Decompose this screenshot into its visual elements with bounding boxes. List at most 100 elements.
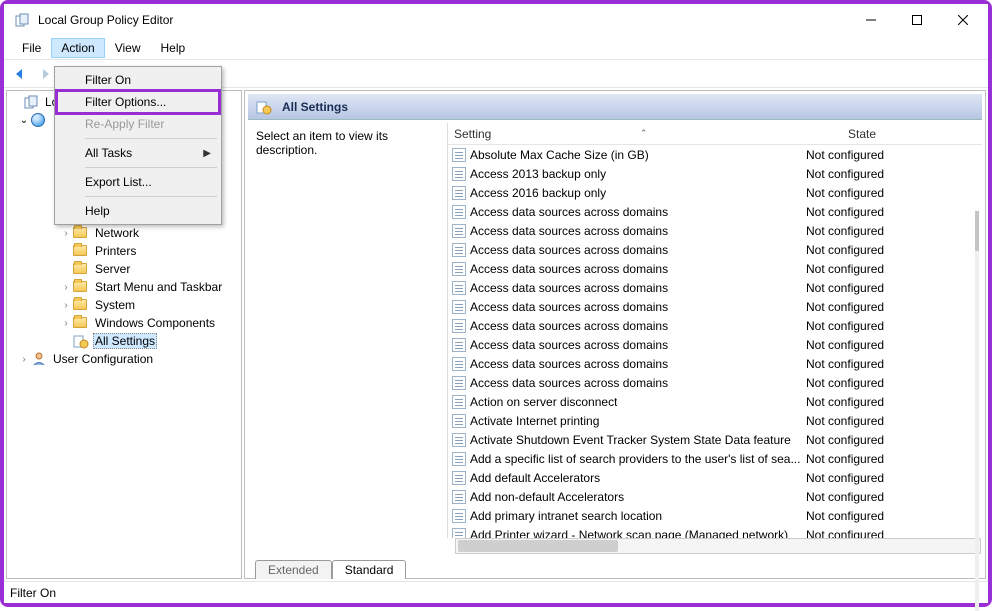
- folder-icon: [73, 281, 87, 292]
- menu-action[interactable]: Action: [51, 38, 104, 58]
- setting-row[interactable]: Absolute Max Cache Size (in GB)Not confi…: [448, 145, 982, 164]
- setting-row[interactable]: Add non-default AcceleratorsNot configur…: [448, 487, 982, 506]
- setting-row[interactable]: Access 2016 backup onlyNot configured: [448, 183, 982, 202]
- setting-row[interactable]: Access data sources across domainsNot co…: [448, 221, 982, 240]
- menu-help[interactable]: Help: [151, 38, 196, 58]
- setting-name: Activate Internet printing: [470, 414, 599, 428]
- close-button[interactable]: [940, 5, 986, 35]
- setting-row[interactable]: Add a specific list of search providers …: [448, 449, 982, 468]
- setting-row[interactable]: Access data sources across domains Not co…: [448, 335, 982, 354]
- setting-state: Not configured: [802, 243, 922, 257]
- setting-icon: [452, 357, 466, 371]
- horizontal-scrollbar[interactable]: [455, 538, 981, 554]
- setting-state: Not configured: [802, 281, 922, 295]
- setting-name: Access data sources across domains: [470, 224, 668, 238]
- minimize-button[interactable]: [848, 5, 894, 35]
- menu-help[interactable]: Help: [57, 200, 219, 222]
- setting-row[interactable]: Access data sources across domains Not co…: [448, 316, 982, 335]
- expand-icon[interactable]: ›: [17, 354, 31, 365]
- tree-label: User Configuration: [51, 352, 155, 366]
- policy-icon: [23, 94, 39, 110]
- setting-name: Access data sources across domains: [470, 319, 668, 333]
- setting-icon: [452, 243, 466, 257]
- setting-name: Action on server disconnect: [470, 395, 617, 409]
- settings-icon: [256, 99, 272, 115]
- setting-name: Access data sources across domains: [470, 338, 668, 352]
- menu-separator: [85, 138, 217, 139]
- menu-filter-on[interactable]: Filter On: [57, 69, 219, 91]
- column-setting[interactable]: Setting ⌃: [448, 125, 802, 143]
- setting-state: Not configured: [802, 395, 922, 409]
- setting-row[interactable]: Access data sources across domainsNot co…: [448, 297, 982, 316]
- column-headers: Setting ⌃ State: [448, 123, 982, 145]
- collapse-icon[interactable]: ⌄: [17, 115, 31, 126]
- setting-row[interactable]: Add Printer wizard - Network scan page (…: [448, 525, 982, 538]
- setting-state: Not configured: [802, 262, 922, 276]
- setting-icon: [452, 205, 466, 219]
- setting-icon: [452, 471, 466, 485]
- menu-all-tasks[interactable]: All Tasks ▶: [57, 142, 219, 164]
- tree-system[interactable]: › System: [7, 296, 241, 314]
- setting-row[interactable]: Access data sources across domainsNot co…: [448, 278, 982, 297]
- column-label: Setting: [454, 127, 491, 141]
- view-tabs: Extended Standard: [245, 556, 985, 578]
- statusbar: Filter On: [4, 581, 988, 603]
- tree-user-config[interactable]: › User Configuration: [7, 350, 241, 368]
- tree-printers[interactable]: Printers: [7, 242, 241, 260]
- menu-file[interactable]: File: [12, 38, 51, 58]
- menu-export-list[interactable]: Export List...: [57, 171, 219, 193]
- scrollbar-thumb[interactable]: [975, 211, 979, 251]
- setting-row[interactable]: Access data sources across domainsNot co…: [448, 259, 982, 278]
- expand-icon[interactable]: ›: [59, 318, 73, 329]
- setting-icon: [452, 528, 466, 539]
- description-panel: Select an item to view its description.: [248, 123, 448, 538]
- menu-view[interactable]: View: [105, 38, 151, 58]
- setting-row[interactable]: Access data sources across domainsNot co…: [448, 354, 982, 373]
- tree-windows-components[interactable]: › Windows Components: [7, 314, 241, 332]
- column-state[interactable]: State: [802, 125, 922, 143]
- setting-row[interactable]: Action on server disconnect Not configure…: [448, 392, 982, 411]
- setting-row[interactable]: Access data sources across domainsNot co…: [448, 373, 982, 392]
- expand-icon[interactable]: ›: [59, 282, 73, 293]
- folder-icon: [73, 263, 87, 274]
- tree-server[interactable]: Server: [7, 260, 241, 278]
- tree-label: All Settings: [93, 333, 157, 349]
- menu-label: All Tasks: [85, 146, 132, 160]
- titlebar: Local Group Policy Editor: [4, 4, 988, 36]
- tab-extended[interactable]: Extended: [255, 560, 332, 579]
- chevron-right-icon: ▶: [203, 148, 211, 159]
- tab-standard[interactable]: Standard: [332, 560, 407, 579]
- setting-state: Not configured: [802, 319, 922, 333]
- tree-label: System: [93, 298, 137, 312]
- back-button[interactable]: [8, 62, 32, 86]
- setting-icon: [452, 319, 466, 333]
- setting-state: Not configured: [802, 338, 922, 352]
- setting-row[interactable]: Access data sources across domains Not co…: [448, 240, 982, 259]
- setting-state: Not configured: [802, 357, 922, 371]
- expand-icon[interactable]: ›: [59, 228, 73, 239]
- setting-row[interactable]: Add primary intranet search locationNot …: [448, 506, 982, 525]
- menu-filter-options[interactable]: Filter Options...: [57, 91, 219, 113]
- maximize-button[interactable]: [894, 5, 940, 35]
- vertical-scrollbar[interactable]: [975, 211, 979, 611]
- tree-network[interactable]: › Network: [7, 224, 241, 242]
- setting-state: Not configured: [802, 205, 922, 219]
- tree-all-settings[interactable]: All Settings: [7, 332, 241, 350]
- expand-icon[interactable]: ›: [59, 300, 73, 311]
- setting-name: Access data sources across domains: [470, 243, 668, 257]
- tree-label: Windows Components: [93, 316, 217, 330]
- setting-icon: [452, 300, 466, 314]
- setting-row[interactable]: Activate Shutdown Event Tracker System S…: [448, 430, 982, 449]
- scrollbar-thumb[interactable]: [458, 540, 618, 552]
- tree-label: Server: [93, 262, 132, 276]
- description-text: Select an item to view its description.: [256, 129, 388, 157]
- setting-row[interactable]: Activate Internet printing Not configured: [448, 411, 982, 430]
- setting-row[interactable]: Add default AcceleratorsNot configured: [448, 468, 982, 487]
- sort-ascending-icon: ⌃: [640, 128, 648, 139]
- setting-icon: [452, 509, 466, 523]
- setting-row[interactable]: Access data sources across domains Not co…: [448, 202, 982, 221]
- setting-row[interactable]: Access 2013 backup onlyNot configured: [448, 164, 982, 183]
- setting-name: Access data sources across domains: [470, 205, 668, 219]
- setting-state: Not configured: [802, 414, 922, 428]
- tree-start-taskbar[interactable]: › Start Menu and Taskbar: [7, 278, 241, 296]
